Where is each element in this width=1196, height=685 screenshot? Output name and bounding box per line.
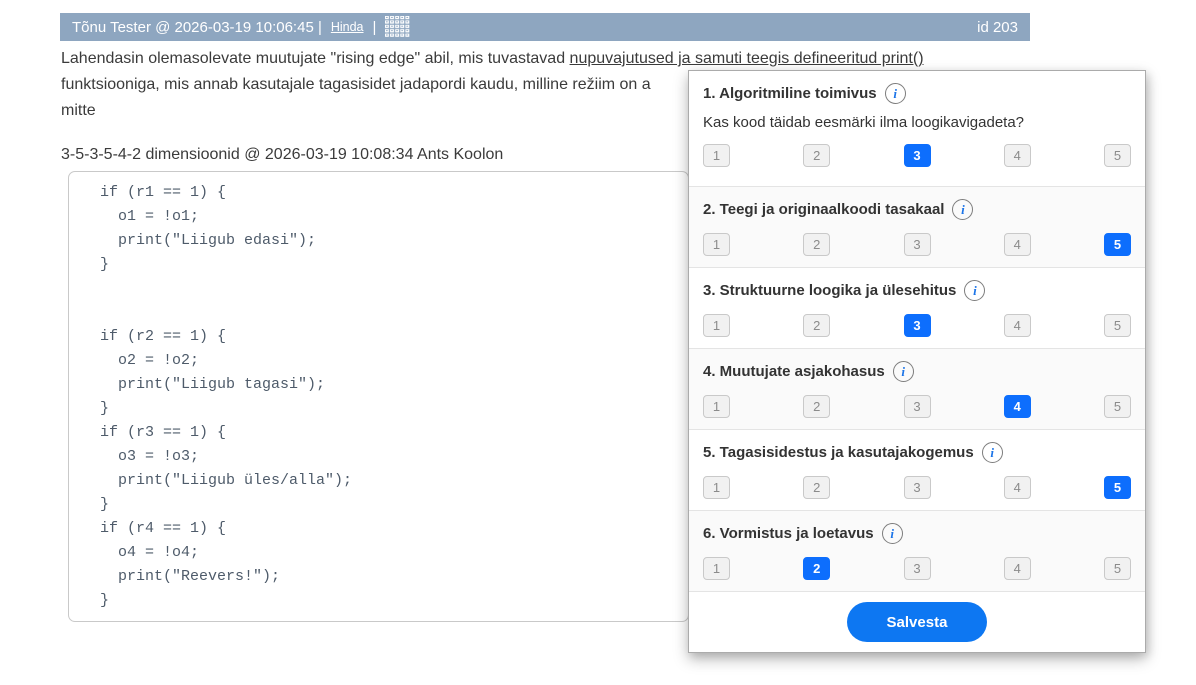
rating-button-1[interactable]: 1 — [703, 476, 730, 499]
info-icon[interactable]: i — [964, 280, 985, 301]
rating-button-4[interactable]: 4 — [1004, 233, 1031, 256]
answer-line1-underlined: nupuvajutused ja samuti teegis defineeri… — [570, 50, 924, 67]
rating-button-3[interactable]: 3 — [904, 557, 931, 580]
grid-icon[interactable] — [385, 16, 411, 38]
rating-section-title: 1. Algoritmiline toimivus — [703, 85, 877, 102]
rating-button-1[interactable]: 1 — [703, 395, 730, 418]
rating-section-title: 6. Vormistus ja loetavus — [703, 525, 874, 542]
hinda-link[interactable]: Hinda — [331, 20, 364, 34]
rating-button-1[interactable]: 1 — [703, 233, 730, 256]
rating-button-2[interactable]: 2 — [803, 557, 830, 580]
header-user-timestamp: Tõnu Tester @ 2026-03-19 10:06:45 | — [72, 19, 322, 36]
rating-button-3[interactable]: 3 — [904, 233, 931, 256]
info-icon[interactable]: i — [885, 83, 906, 104]
info-icon[interactable]: i — [982, 442, 1003, 463]
save-button[interactable]: Salvesta — [847, 602, 987, 642]
rating-button-3[interactable]: 3 — [904, 395, 931, 418]
rating-button-2[interactable]: 2 — [803, 233, 830, 256]
rating-button-3[interactable]: 3 — [904, 476, 931, 499]
rating-button-1[interactable]: 1 — [703, 557, 730, 580]
rating-panel: 1. Algoritmiline toimivus i Kas kood täida… — [688, 70, 1146, 653]
rating-button-5[interactable]: 5 — [1104, 395, 1131, 418]
rating-button-5[interactable]: 5 — [1104, 144, 1131, 167]
rating-section-title: 2. Teegi ja originaalkoodi tasakaal — [703, 201, 944, 218]
rating-button-2[interactable]: 2 — [803, 314, 830, 337]
rating-button-4[interactable]: 4 — [1004, 476, 1031, 499]
rating-section: 5. Tagasisidestus ja kasutajakogemus i 1 2 3… — [689, 429, 1145, 510]
code-block: if (r1 == 1) { o1 = !o1; print("Liigub e… — [68, 171, 689, 622]
rating-section-title: 5. Tagasisidestus ja kasutajakogemus — [703, 444, 974, 461]
rating-section-question: Kas kood täidab eesmärki ilma loogikavig… — [703, 114, 1131, 131]
header-bar: Tõnu Tester @ 2026-03-19 10:06:45 | Hind… — [60, 13, 1030, 41]
submission-meta: 3-5-3-5-4-2 dimensioonid @ 2026-03-19 10… — [61, 146, 721, 164]
rating-section: 2. Teegi ja originaalkoodi tasakaal i 1 2 3 4… — [689, 186, 1145, 267]
record-id-badge: id 203 — [977, 19, 1018, 36]
rating-button-1[interactable]: 1 — [703, 314, 730, 337]
rating-section: 4. Muutujate asjakohasus i 1 2 3 4 5 — [689, 348, 1145, 429]
rating-button-2[interactable]: 2 — [803, 476, 830, 499]
rating-section: 6. Vormistus ja loetavus i 1 2 3 4 5 — [689, 510, 1145, 591]
info-icon[interactable]: i — [882, 523, 903, 544]
answer-line2: funktsiooniga, mis annab kasutajale taga… — [61, 76, 651, 93]
code-content: if (r1 == 1) { o1 = !o1; print("Liigub e… — [100, 181, 688, 613]
answer-line1: Lahendasin olemasolevate muutujate "risi… — [61, 50, 570, 67]
rating-button-2[interactable]: 2 — [803, 395, 830, 418]
answer-line3: mitte — [61, 102, 96, 119]
info-icon[interactable]: i — [952, 199, 973, 220]
header-separator: | — [373, 19, 377, 36]
rating-button-4[interactable]: 4 — [1004, 144, 1031, 167]
rating-section: 1. Algoritmiline toimivus i Kas kood täida… — [689, 71, 1145, 186]
rating-section: 3. Struktuurne loogika ja ülesehitus i 1 2 3… — [689, 267, 1145, 348]
rating-button-4[interactable]: 4 — [1004, 395, 1031, 418]
rating-button-4[interactable]: 4 — [1004, 314, 1031, 337]
rating-button-5[interactable]: 5 — [1104, 233, 1131, 256]
rating-button-4[interactable]: 4 — [1004, 557, 1031, 580]
rating-button-3[interactable]: 3 — [904, 314, 931, 337]
rating-section-title: 4. Muutujate asjakohasus — [703, 363, 885, 380]
rating-button-5[interactable]: 5 — [1104, 476, 1131, 499]
rating-button-2[interactable]: 2 — [803, 144, 830, 167]
rating-button-5[interactable]: 5 — [1104, 557, 1131, 580]
rating-section-title: 3. Struktuurne loogika ja ülesehitus — [703, 282, 956, 299]
rating-button-5[interactable]: 5 — [1104, 314, 1131, 337]
rating-button-3[interactable]: 3 — [904, 144, 931, 167]
rating-panel-footer: Salvesta — [689, 591, 1145, 652]
info-icon[interactable]: i — [893, 361, 914, 382]
rating-button-1[interactable]: 1 — [703, 144, 730, 167]
